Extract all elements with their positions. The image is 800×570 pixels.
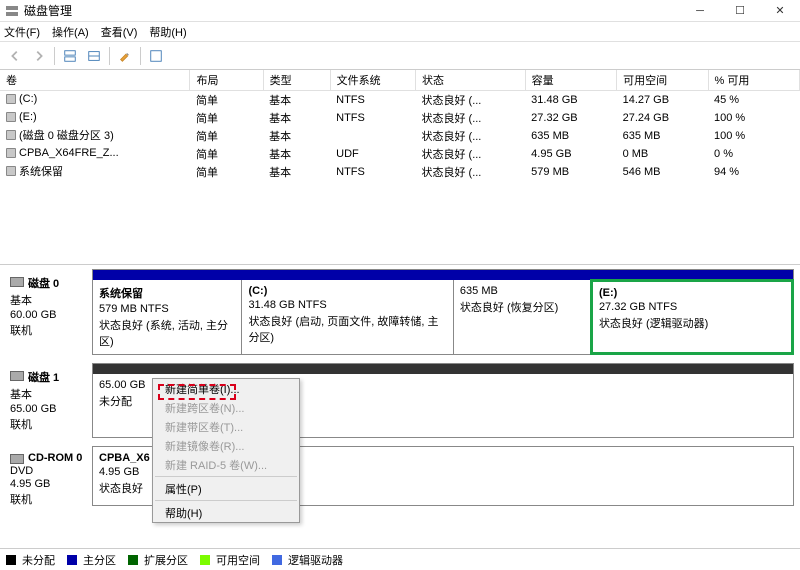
disk-state: 联机 [10,322,86,338]
legend: 未分配 主分区 扩展分区 可用空间 逻辑驱动器 [0,548,800,570]
legend-swatch [200,555,210,565]
partition[interactable]: 系统保留 579 MB NTFS 状态良好 (系统, 活动, 主分区) [93,280,242,354]
partition-size: 579 MB NTFS [99,303,235,315]
table-row[interactable]: CPBA_X64FRE_Z...简单基本UDF状态良好 (...4.95 GB0… [0,145,800,163]
maximize-button[interactable]: ☐ [720,0,760,22]
legend-label: 主分区 [83,552,116,568]
volume-icon [6,94,16,104]
toolbar-help-button[interactable] [145,45,167,67]
partition-status: 状态良好 (逻辑驱动器) [599,315,785,331]
partition-size: 635 MB [460,285,584,297]
disk-row: CD-ROM 0 DVD 4.95 GB 联机CPBA_X64.95 GB状态良… [0,446,794,506]
partition-status: 状态良好 (恢复分区) [460,299,584,315]
disk-stripe [93,270,793,280]
volume-icon [6,148,16,158]
volume-table[interactable]: 卷布局类型文件系统状态容量可用空间% 可用 (C:)简单基本NTFS状态良好 (… [0,70,800,181]
legend-swatch [67,555,77,565]
disk-icon [10,454,24,464]
app-icon [4,3,20,19]
context-menu-item: 新建跨区卷(N)... [153,398,299,417]
legend-label: 扩展分区 [144,552,188,568]
menubar: 文件(F) 操作(A) 查看(V) 帮助(H) [0,22,800,42]
menu-action[interactable]: 操作(A) [52,24,89,40]
column-header[interactable]: 可用空间 [617,70,708,91]
window-title: 磁盘管理 [24,2,72,19]
highlight-box [158,384,236,400]
volume-list-pane: 卷布局类型文件系统状态容量可用空间% 可用 (C:)简单基本NTFS状态良好 (… [0,70,800,265]
toolbar-view-top[interactable] [59,45,81,67]
disk-label: CD-ROM 0 [28,452,82,464]
disk-state: 联机 [10,416,86,432]
context-menu-item[interactable]: 帮助(H) [153,503,299,522]
legend-swatch [128,555,138,565]
partition-name: (C:) [248,285,446,297]
table-row[interactable]: (E:)简单基本NTFS状态良好 (...27.32 GB27.24 GB100… [0,109,800,127]
column-header[interactable]: 文件系统 [330,70,415,91]
partition[interactable]: 635 MB 状态良好 (恢复分区) [454,280,591,354]
menu-file[interactable]: 文件(F) [4,24,40,40]
toolbar-action-button[interactable] [114,45,136,67]
close-button[interactable]: ✕ [760,0,800,22]
context-menu-item: 新建 RAID-5 卷(W)... [153,455,299,474]
volume-icon [6,112,16,122]
toolbar [0,42,800,70]
legend-label: 可用空间 [216,552,260,568]
column-header[interactable]: 布局 [190,70,263,91]
volume-icon [6,130,16,140]
disk-info: CD-ROM 0 DVD 4.95 GB 联机 [0,446,92,506]
context-menu-item[interactable]: 属性(P) [153,479,299,498]
disk-icon [10,371,24,381]
disk-label: 磁盘 0 [28,275,59,291]
legend-swatch [272,555,282,565]
titlebar: 磁盘管理 ─ ☐ ✕ [0,0,800,22]
disk-row: 磁盘 1 基本 65.00 GB 联机65.00 GB未分配 [0,363,794,438]
menu-help[interactable]: 帮助(H) [149,24,186,40]
disk-icon [10,277,24,287]
partition-name: 系统保留 [99,285,235,301]
context-menu-item: 新建带区卷(T)... [153,417,299,436]
disk-state: 联机 [10,491,86,507]
disk-kind: DVD [10,465,86,477]
disk-kind: 基本 [10,292,86,308]
table-row[interactable]: (C:)简单基本NTFS状态良好 (...31.48 GB14.27 GB45 … [0,91,800,110]
table-row[interactable]: 系统保留简单基本NTFS状态良好 (...579 MB546 MB94 % [0,163,800,181]
disk-stripe [93,364,793,374]
disk-kind: 基本 [10,386,86,402]
partition-size: 27.32 GB NTFS [599,301,785,313]
disk-graphical: 系统保留 579 MB NTFS 状态良好 (系统, 活动, 主分区) (C:) 31.… [92,269,794,355]
disk-size: 65.00 GB [10,403,86,415]
legend-label: 未分配 [22,552,55,568]
column-header[interactable]: 类型 [263,70,330,91]
disk-size: 4.95 GB [10,478,86,490]
partition-status: 状态良好 (系统, 活动, 主分区) [99,317,235,349]
menu-view[interactable]: 查看(V) [101,24,138,40]
disk-info: 磁盘 0 基本 60.00 GB 联机 [0,269,92,355]
minimize-button[interactable]: ─ [680,0,720,22]
graphical-pane: 磁盘 0 基本 60.00 GB 联机系统保留579 MB NTFS状态良好 (… [0,265,800,548]
disk-label: 磁盘 1 [28,369,59,385]
table-row[interactable]: (磁盘 0 磁盘分区 3)简单基本状态良好 (...635 MB635 MB10… [0,127,800,145]
disk-row: 磁盘 0 基本 60.00 GB 联机系统保留579 MB NTFS状态良好 (… [0,269,794,355]
column-header[interactable]: 状态 [415,70,525,91]
nav-back-button[interactable] [4,45,26,67]
toolbar-view-bottom[interactable] [83,45,105,67]
legend-label: 逻辑驱动器 [288,552,343,568]
nav-forward-button[interactable] [28,45,50,67]
context-menu-item: 新建镜像卷(R)... [153,436,299,455]
disk-info: 磁盘 1 基本 65.00 GB 联机 [0,363,92,438]
volume-icon [6,166,16,176]
partition-size: 31.48 GB NTFS [248,299,446,311]
disk-size: 60.00 GB [10,309,86,321]
column-header[interactable]: 卷 [0,70,190,91]
partition[interactable]: (C:) 31.48 GB NTFS 状态良好 (启动, 页面文件, 故障转储, 主… [242,280,453,354]
partition-status: 状态良好 (启动, 页面文件, 故障转储, 主分区) [248,313,446,345]
legend-swatch [6,555,16,565]
column-header[interactable]: 容量 [525,70,616,91]
column-header[interactable]: % 可用 [708,70,799,91]
partition[interactable]: (E:) 27.32 GB NTFS 状态良好 (逻辑驱动器) [591,280,793,354]
partition-name: (E:) [599,287,785,299]
